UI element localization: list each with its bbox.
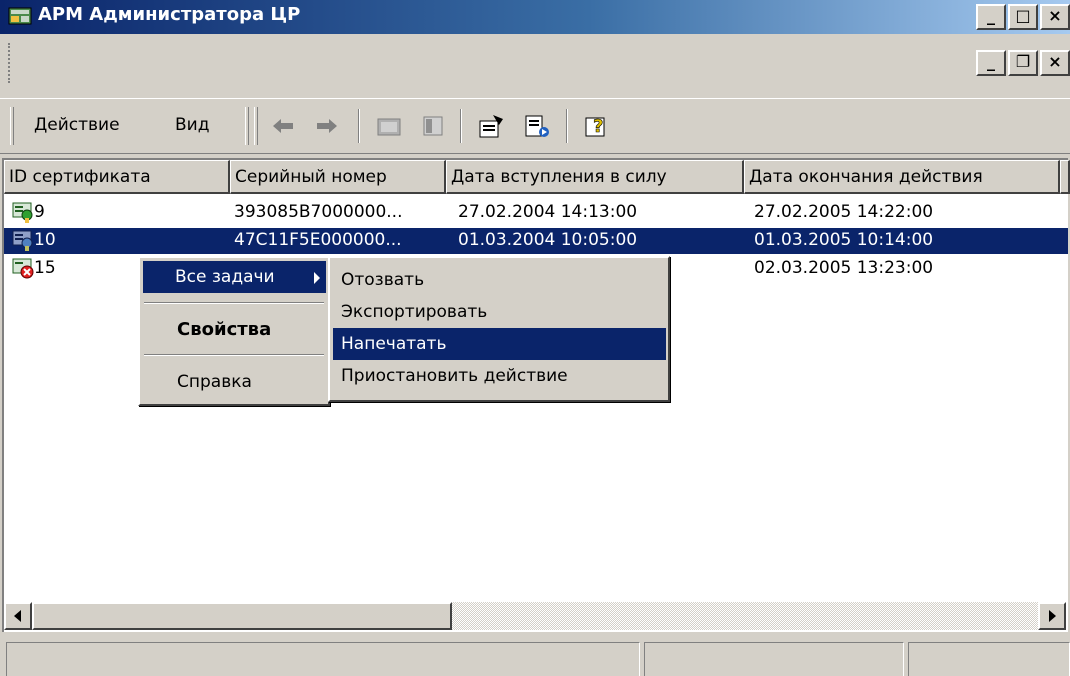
submenu-item-revoke[interactable]: Отозвать — [333, 264, 666, 296]
menu-separator — [144, 354, 324, 356]
cell-valid-to: 27.02.2005 14:22:00 — [754, 202, 934, 222]
cell-serial: 393085B7000000... — [234, 202, 403, 222]
maximize-button[interactable]: □ — [1008, 4, 1038, 30]
menu-item-help[interactable]: Справка — [143, 366, 326, 398]
menu-action[interactable]: Действие — [34, 115, 120, 135]
menu-separator — [144, 302, 324, 304]
scroll-thumb[interactable] — [32, 602, 452, 630]
show-hide-tree-icon[interactable] — [418, 111, 448, 141]
submenu-arrow-icon — [313, 270, 321, 290]
cell-valid-to: 02.03.2005 13:23:00 — [754, 258, 934, 278]
help-icon[interactable]: ? — [582, 111, 612, 141]
submenu-item-print[interactable]: Напечатать — [333, 328, 666, 360]
menu-item-properties[interactable]: Свойства — [143, 313, 326, 345]
submenu-item-export[interactable]: Экспортировать — [333, 296, 666, 328]
scroll-left-button[interactable] — [4, 602, 32, 630]
horizontal-scrollbar[interactable] — [4, 602, 1066, 630]
minimize-button[interactable]: _ — [976, 4, 1006, 30]
status-panel-2 — [644, 642, 904, 676]
status-panel-3 — [908, 642, 1070, 676]
scroll-right-button[interactable] — [1038, 602, 1066, 630]
menu-item-all-tasks[interactable]: Все задачи — [143, 261, 326, 293]
mdi-bar: _ ❐ × — [0, 36, 1070, 96]
certificate-valid-icon — [12, 201, 34, 223]
cell-id: 9 — [34, 202, 45, 222]
mdi-minimize-button[interactable]: _ — [976, 50, 1006, 76]
up-folder-icon[interactable] — [374, 111, 404, 141]
column-header-id[interactable]: ID сертификата — [4, 160, 230, 194]
cell-valid-from: 27.02.2004 14:13:00 — [458, 202, 638, 222]
submenu-all-tasks: Отозвать Экспортировать Напечатать Приос… — [328, 256, 670, 402]
cell-serial: 47C11F5E000000... — [234, 230, 402, 250]
properties-icon[interactable] — [476, 111, 506, 141]
title-bar[interactable]: АРМ Администратора ЦР _ □ × — [0, 0, 1070, 34]
table-row-selected[interactable]: 10 47C11F5E000000... 01.03.2004 10:05:00… — [4, 228, 1068, 254]
close-button[interactable]: × — [1040, 4, 1070, 30]
toolbar-grip-3[interactable] — [254, 107, 258, 145]
export-list-icon[interactable] — [522, 111, 552, 141]
certificate-revoked-icon — [12, 257, 34, 279]
toolbar-separator-3 — [566, 109, 568, 143]
status-bar — [0, 636, 1070, 676]
mdi-close-button[interactable]: × — [1040, 50, 1070, 76]
cell-id: 15 — [34, 258, 56, 278]
column-header-valid-from[interactable]: Дата вступления в силу — [446, 160, 744, 194]
certificate-valid-icon — [12, 229, 34, 251]
cell-id: 10 — [34, 230, 56, 250]
menu-item-all-tasks-label: Все задачи — [175, 267, 275, 287]
column-header-serial[interactable]: Серийный номер — [230, 160, 446, 194]
menu-view[interactable]: Вид — [175, 115, 209, 135]
toolbar-grip[interactable] — [10, 107, 14, 145]
menu-view-label: Вид — [175, 115, 210, 135]
toolbar-separator-2 — [460, 109, 462, 143]
toolbar-separator — [358, 109, 360, 143]
submenu-item-suspend[interactable]: Приостановить действие — [333, 360, 666, 392]
context-menu: Все задачи Свойства Справка — [138, 256, 330, 406]
status-panel-1 — [6, 642, 640, 676]
toolbar-grip-2[interactable] — [245, 107, 249, 145]
window-title: АРМ Администратора ЦР — [38, 4, 301, 25]
cell-valid-from: 01.03.2004 10:05:00 — [458, 230, 638, 250]
toolbar: Действие Вид ? — [0, 98, 1070, 154]
cell-valid-to: 01.03.2005 10:14:00 — [754, 230, 934, 250]
mdi-restore-button[interactable]: ❐ — [1008, 50, 1038, 76]
menu-action-label: Действие — [34, 115, 120, 135]
column-header-extra[interactable] — [1060, 160, 1070, 194]
mdi-grip-icon — [8, 43, 18, 83]
svg-text:?: ? — [593, 116, 603, 137]
app-icon — [8, 5, 32, 29]
forward-icon[interactable] — [312, 111, 342, 141]
table-row[interactable]: 9 393085B7000000... 27.02.2004 14:13:00 … — [4, 200, 1068, 226]
back-icon[interactable] — [268, 111, 298, 141]
column-header-valid-to[interactable]: Дата окончания действия — [744, 160, 1060, 194]
